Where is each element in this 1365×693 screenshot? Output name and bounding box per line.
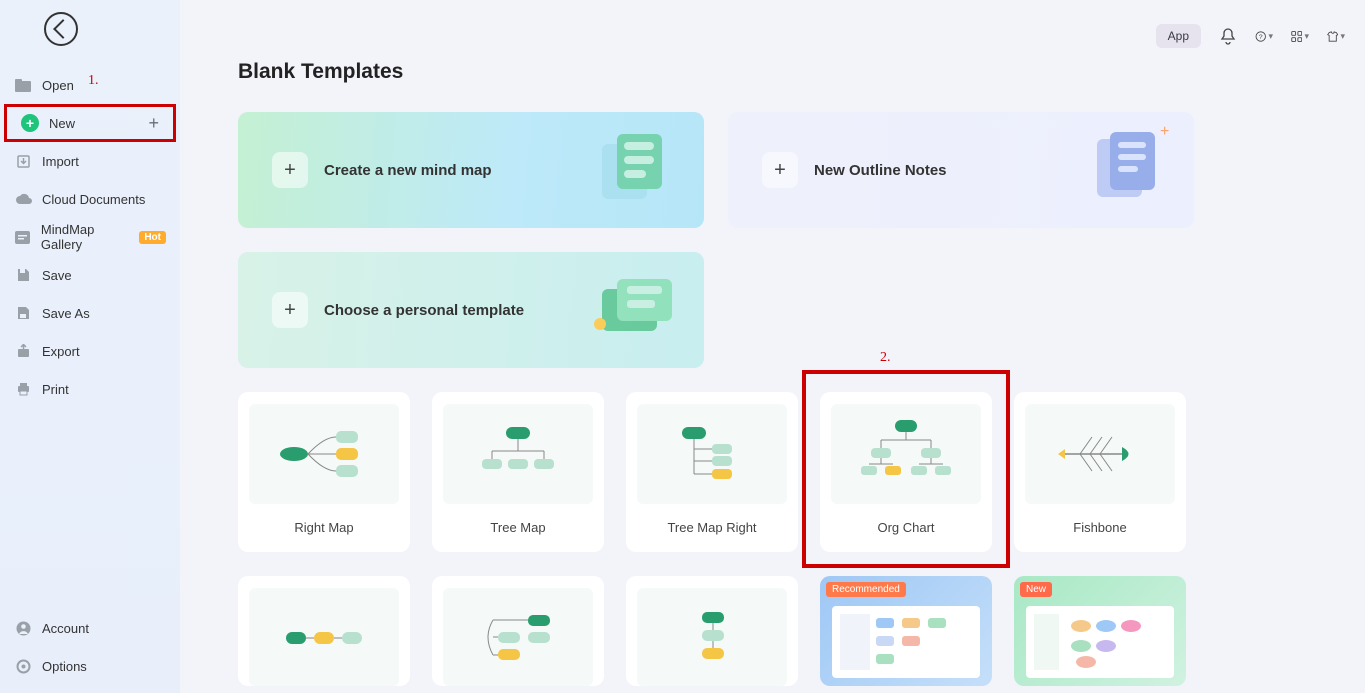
thumb-org-chart [831, 404, 981, 504]
sidebar-label-gallery: MindMap Gallery [41, 222, 133, 252]
sidebar-label-open: Open [42, 78, 74, 93]
template-name: Right Map [294, 520, 353, 535]
template-card-new[interactable]: New [1014, 576, 1186, 686]
template-tree-map[interactable]: Tree Map [432, 392, 604, 552]
sidebar-label-cloud: Cloud Documents [42, 192, 145, 207]
thumb-tree-map-right [637, 404, 787, 504]
sidebar-item-save[interactable]: Save [0, 256, 180, 294]
sidebar-item-options[interactable]: Options [0, 647, 180, 685]
sidebar-label-account: Account [42, 621, 89, 636]
plus-square-icon: + [272, 152, 308, 188]
main-content: Blank Templates + Create a new mind map … [180, 0, 1365, 693]
gear-icon [14, 658, 32, 674]
account-icon [14, 620, 32, 636]
sidebar-item-gallery[interactable]: MindMap Gallery Hot [0, 218, 180, 256]
new-badge: New [1020, 582, 1052, 597]
thumb-fishbone [1025, 404, 1175, 504]
arrow-left-icon [53, 19, 73, 39]
thumb-horizontal-map [249, 588, 399, 686]
export-icon [14, 343, 32, 359]
plus-icon: + [148, 113, 159, 134]
recommended-badge: Recommended [826, 582, 906, 597]
thumb-vertical-map [637, 588, 787, 686]
template-right-map[interactable]: Right Map [238, 392, 410, 552]
template-fishbone[interactable]: Fishbone [1014, 392, 1186, 552]
template-card-row2-2[interactable] [432, 576, 604, 686]
sidebar-item-cloud[interactable]: Cloud Documents [0, 180, 180, 218]
svg-text:+: + [1160, 124, 1169, 140]
template-org-chart[interactable]: Org Chart [820, 392, 992, 552]
cloud-icon [14, 191, 32, 207]
plus-square-icon: + [272, 292, 308, 328]
template-card-row2-3[interactable] [626, 576, 798, 686]
plus-square-icon: + [762, 152, 798, 188]
back-button[interactable] [44, 12, 78, 46]
sidebar-label-export: Export [42, 344, 80, 359]
sidebar-label-print: Print [42, 382, 69, 397]
sidebar-label-save-as: Save As [42, 306, 90, 321]
sidebar-label-import: Import [42, 154, 79, 169]
hero-label-outline: New Outline Notes [814, 162, 947, 179]
sidebar-item-export[interactable]: Export [0, 332, 180, 370]
thumb-flow-map [443, 588, 593, 686]
template-name: Org Chart [877, 520, 934, 535]
hero-label-mindmap: Create a new mind map [324, 162, 492, 179]
page-title: Blank Templates [238, 60, 1365, 84]
template-tree-map-right[interactable]: Tree Map Right [626, 392, 798, 552]
sidebar-item-print[interactable]: Print [0, 370, 180, 408]
save-as-icon [14, 305, 32, 321]
thumb-tree-map [443, 404, 593, 504]
save-icon [14, 267, 32, 283]
hero-create-mindmap[interactable]: + Create a new mind map [238, 112, 704, 228]
sidebar-label-save: Save [42, 268, 72, 283]
sidebar-item-import[interactable]: Import [0, 142, 180, 180]
hero-personal-template[interactable]: + Choose a personal template [238, 252, 704, 368]
template-name: Fishbone [1073, 520, 1126, 535]
template-card-recommended[interactable]: Recommended [820, 576, 992, 686]
preview-recommended [832, 606, 980, 678]
print-icon [14, 381, 32, 397]
folder-icon [14, 77, 32, 93]
sidebar-label-options: Options [42, 659, 87, 674]
template-card-row2-1[interactable] [238, 576, 410, 686]
template-name: Tree Map Right [667, 520, 756, 535]
sidebar-label-new: New [49, 116, 75, 131]
template-name: Tree Map [490, 520, 545, 535]
hero-label-personal: Choose a personal template [324, 302, 524, 319]
outline-illustration: + [1072, 124, 1182, 214]
import-icon [14, 153, 32, 169]
personal-illustration [582, 264, 692, 354]
preview-new [1026, 606, 1174, 678]
hero-outline-notes[interactable]: + New Outline Notes + [728, 112, 1194, 228]
gallery-icon [14, 229, 31, 245]
plus-circle-icon: + [21, 114, 39, 132]
mindmap-illustration [582, 124, 692, 214]
hot-badge: Hot [139, 231, 166, 244]
thumb-right-map [249, 404, 399, 504]
annotation-1: 1. [88, 73, 99, 89]
sidebar: Open + New + Import Cloud Documents Mind… [0, 0, 180, 693]
sidebar-item-account[interactable]: Account [0, 609, 180, 647]
sidebar-item-save-as[interactable]: Save As [0, 294, 180, 332]
sidebar-item-new[interactable]: + New + [4, 104, 176, 142]
